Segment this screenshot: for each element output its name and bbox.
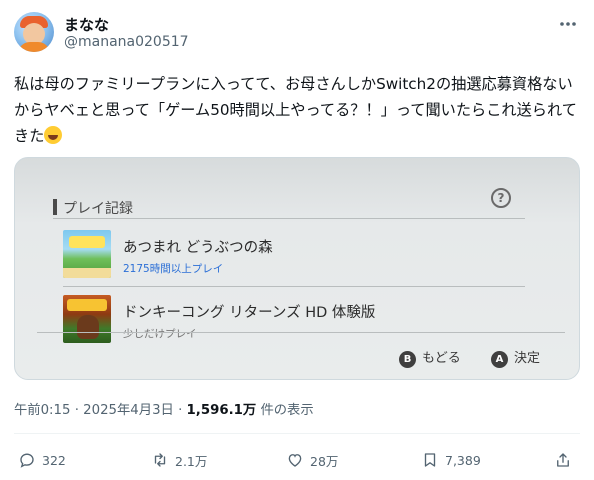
reply-icon [20,453,34,468]
b-button-icon: B [399,351,416,368]
views-suffix: 件の表示 [260,403,314,418]
play-record-title: プレイ記録 [63,201,133,217]
back-hint: B もどる [399,347,461,368]
post-meta: 午前0:15 · 2025年4月3日 · 1,596.1万 件の表示 [14,399,314,418]
reply-button[interactable]: 322 [18,448,66,472]
author-handle[interactable]: @manana020517 [64,34,189,50]
like-button[interactable]: 28万 [286,448,338,472]
bookmark-count: 7,389 [445,452,481,468]
animal-crossing-thumbnail [63,230,111,278]
donkey-kong-thumbnail [63,295,111,343]
post-text-content: 私は母のファミリープランに入ってて、お母さんしかSwitch2の抽選応募資格ない… [14,75,577,145]
post-text: 私は母のファミリープランに入ってて、お母さんしかSwitch2の抽選応募資格ない… [14,71,580,149]
post-media-image[interactable]: プレイ記録 ? あつまれ どうぶつの森 2175時間以上プレイ ドンキーコング … [14,157,580,380]
avatar-body [18,42,50,52]
game-row-donkey-kong: ドンキーコング リターンズ HD 体験版 少しだけプレイ [63,295,523,345]
post-header: まなな @manana020517 [14,12,580,60]
game-playtime: 少しだけプレイ [123,328,197,340]
help-icon: ? [491,188,511,208]
thumbnail-beach [63,268,111,278]
repost-count: 2.1万 [175,453,208,469]
meta-separator: · [178,403,183,418]
bookmark-icon [424,453,436,467]
meta-separator: · [74,403,79,418]
divider-top [53,218,525,219]
like-count: 28万 [310,453,339,469]
game-row-animal-crossing: あつまれ どうぶつの森 2175時間以上プレイ [63,230,523,280]
post-time[interactable]: 午前0:15 [14,403,70,418]
thumbnail-character [77,315,99,339]
game-playtime: 2175時間以上プレイ [123,263,224,275]
back-hint-label: もどる [422,351,461,366]
bookmark-button[interactable]: 7,389 [421,448,481,472]
heart-icon [288,454,302,467]
thumbnail-logo [67,299,107,311]
confirm-hint: A 決定 [491,347,541,368]
repost-icon [154,453,166,467]
thumbnail-logo [69,236,105,248]
more-options-icon[interactable] [556,14,580,34]
author-name[interactable]: まなな [64,14,109,35]
avatar[interactable] [14,12,54,52]
post-date[interactable]: 2025年4月3日 [83,403,174,418]
rolling-on-floor-laughing-emoji-icon [44,126,63,144]
repost-button[interactable]: 2.1万 [151,448,207,472]
section-title-marker [53,199,57,215]
views-count: 1,596.1万 [186,403,257,418]
game-title: あつまれ どうぶつの森 [123,240,273,256]
a-button-icon: A [491,351,508,368]
divider-middle [63,286,525,287]
game-title: ドンキーコング リターンズ HD 体験版 [123,305,376,321]
divider-bottom [37,332,565,333]
reply-count: 322 [42,452,66,468]
action-bar: 322 2.1万 28万 7,389 [14,448,580,472]
share-button[interactable] [554,448,578,472]
share-icon [557,453,569,467]
confirm-hint-label: 決定 [514,351,541,366]
divider [14,433,580,434]
